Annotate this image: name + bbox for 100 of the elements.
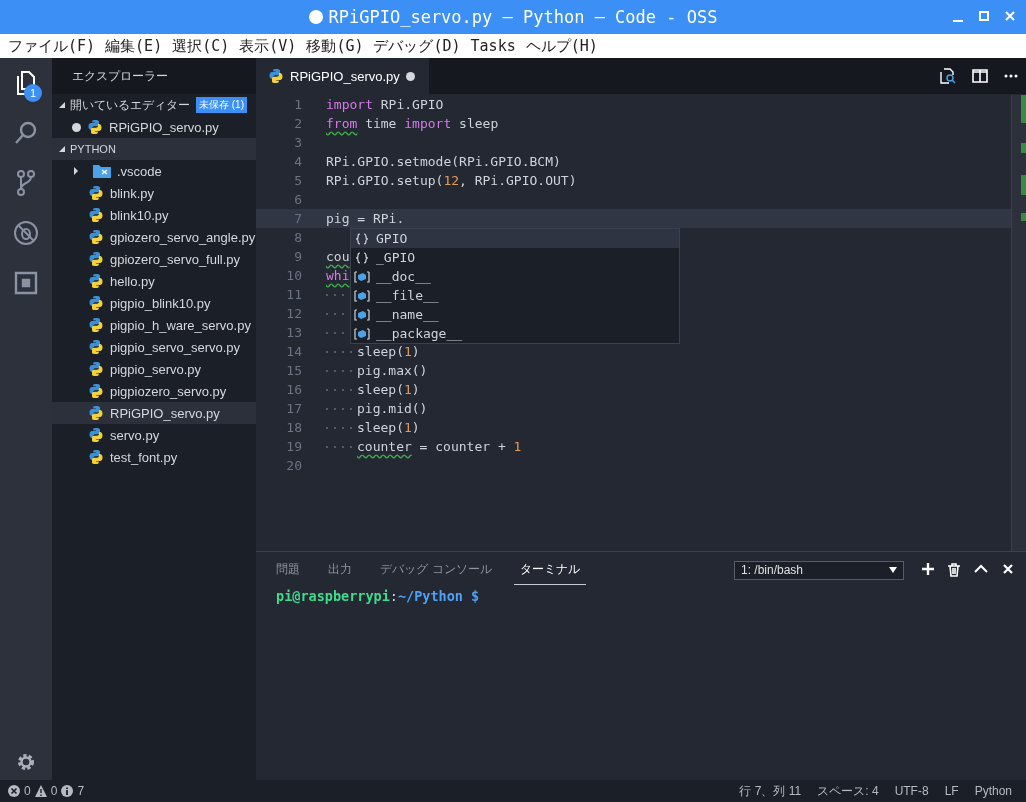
- sidebar-title: エクスプローラー: [72, 67, 168, 85]
- panel-tab[interactable]: 出力: [322, 555, 358, 585]
- files-icon: [14, 70, 38, 96]
- terminal-dropdown[interactable]: 1: /bin/bash: [734, 560, 904, 580]
- file-row[interactable]: pigpiozero_servo.py: [52, 380, 256, 402]
- file-row[interactable]: hello.py: [52, 270, 256, 292]
- python-icon: [268, 68, 284, 84]
- error-count[interactable]: 0: [24, 784, 31, 798]
- python-icon: [87, 119, 103, 135]
- menu-item[interactable]: 表示(V): [235, 36, 303, 56]
- indentation-setting[interactable]: スペース: 4: [811, 782, 885, 800]
- expanded-icon[interactable]: [58, 145, 66, 153]
- line-number: 11: [285, 287, 302, 302]
- collapsed-icon[interactable]: [72, 167, 80, 175]
- bug-icon: [13, 220, 39, 246]
- warning-icon: [34, 785, 47, 797]
- menu-item[interactable]: Tasks: [466, 37, 522, 55]
- chevron-up-icon[interactable]: [974, 563, 988, 575]
- menu-item[interactable]: ヘルプ(H): [521, 36, 604, 56]
- extensions-icon: [14, 271, 38, 295]
- line-number: 2: [293, 116, 302, 131]
- line-number: 3: [293, 135, 302, 150]
- suggestion-item[interactable]: _GPIO: [351, 248, 679, 267]
- overview-ruler[interactable]: [1011, 95, 1026, 551]
- section-header[interactable]: 開いているエディター: [70, 96, 190, 114]
- suggestion-item[interactable]: __package__: [351, 324, 679, 343]
- panel-tab[interactable]: ターミナル: [513, 555, 586, 585]
- menu-item[interactable]: 編集(E): [101, 36, 169, 56]
- open-editor-item[interactable]: RPiGPIO_servo.py: [109, 119, 219, 135]
- plus-icon[interactable]: [922, 563, 934, 575]
- line-number: 7: [293, 211, 302, 226]
- line-number: 20: [285, 458, 302, 473]
- line-number: 14: [285, 344, 302, 359]
- preview-icon[interactable]: [940, 68, 956, 84]
- code-line: pig.max(): [357, 363, 428, 378]
- code-line: counter = counter + 1: [357, 439, 522, 454]
- python-icon: [88, 361, 104, 377]
- python-icon: [88, 449, 104, 465]
- encoding[interactable]: UTF-8: [888, 784, 935, 798]
- python-icon: [88, 229, 104, 245]
- code-line: RPi.GPIO.setmode(RPi.GPIO.BCM): [326, 154, 561, 169]
- menu-item[interactable]: ファイル(F): [4, 36, 102, 56]
- file-row[interactable]: servo.py: [52, 424, 256, 446]
- code-line: whi: [326, 268, 350, 283]
- menu-item[interactable]: 選択(C): [168, 36, 236, 56]
- panel-tab[interactable]: 問題: [270, 555, 306, 585]
- caret-icon: [889, 567, 897, 573]
- python-icon: [88, 339, 104, 355]
- line-number: 15: [285, 363, 302, 378]
- editor-tab[interactable]: RPiGPIO_servo.py: [256, 58, 429, 94]
- code-line: sleep(1): [357, 344, 420, 359]
- expanded-icon[interactable]: [58, 101, 66, 109]
- split-editor-icon[interactable]: [972, 68, 988, 84]
- python-icon: [88, 427, 104, 443]
- maximize-icon[interactable]: [978, 9, 990, 23]
- line-number: 18: [285, 420, 302, 435]
- variable-icon: [354, 308, 370, 321]
- cursor-position[interactable]: 行 7、列 11: [733, 782, 808, 800]
- close-icon[interactable]: [1002, 563, 1014, 575]
- menu-item[interactable]: 移動(G): [302, 36, 370, 56]
- menu-item[interactable]: デバッグ(D): [369, 36, 467, 56]
- python-icon: [88, 207, 104, 223]
- folder-icon: [93, 164, 111, 178]
- unsaved-badge: 未保存 (1): [196, 97, 247, 113]
- variable-icon: [354, 270, 370, 283]
- search-icon: [14, 121, 38, 145]
- file-row[interactable]: pigpio_blink10.py: [52, 292, 256, 314]
- trash-icon[interactable]: [948, 563, 960, 577]
- file-row[interactable]: pigpio_servo_servo.py: [52, 336, 256, 358]
- suggestion-item[interactable]: GPIO: [351, 229, 679, 248]
- code-line: from time import sleep: [326, 116, 499, 131]
- python-icon: [88, 273, 104, 289]
- braces-icon: [354, 232, 370, 245]
- file-row[interactable]: pigpio_servo.py: [52, 358, 256, 380]
- python-icon: [88, 295, 104, 311]
- line-number: 17: [285, 401, 302, 416]
- suggestion-item[interactable]: __name__: [351, 305, 679, 324]
- settings-icon[interactable]: [16, 752, 36, 772]
- info-count[interactable]: 7: [77, 784, 85, 798]
- folder-header[interactable]: PYTHON: [52, 138, 256, 160]
- info-icon: [61, 785, 74, 797]
- file-row[interactable]: test_font.py: [52, 446, 256, 468]
- language-mode[interactable]: Python: [968, 784, 1018, 798]
- python-icon: [88, 405, 104, 421]
- file-row[interactable]: RPiGPIO_servo.py: [52, 402, 256, 424]
- warning-count[interactable]: 0: [50, 784, 58, 798]
- file-row[interactable]: blink.py: [52, 182, 256, 204]
- file-row[interactable]: .vscode: [52, 160, 256, 182]
- code-line: pig.mid(): [357, 401, 428, 416]
- line-number: 1: [293, 97, 302, 112]
- line-ending[interactable]: LF: [938, 784, 965, 798]
- window-title: RPiGPIO_servo.py — Python — Code - OSS: [328, 7, 718, 27]
- file-row[interactable]: gpiozero_servo_angle.py: [52, 226, 256, 248]
- file-row[interactable]: gpiozero_servo_full.py: [52, 248, 256, 270]
- file-row[interactable]: pigpio_h_ware_servo.py: [52, 314, 256, 336]
- suggestion-item[interactable]: __doc__: [351, 267, 679, 286]
- file-row[interactable]: blink10.py: [52, 204, 256, 226]
- suggestion-item[interactable]: __file__: [351, 286, 679, 305]
- line-number: 8: [293, 230, 302, 245]
- panel-tab[interactable]: デバッグ コンソール: [374, 555, 498, 585]
